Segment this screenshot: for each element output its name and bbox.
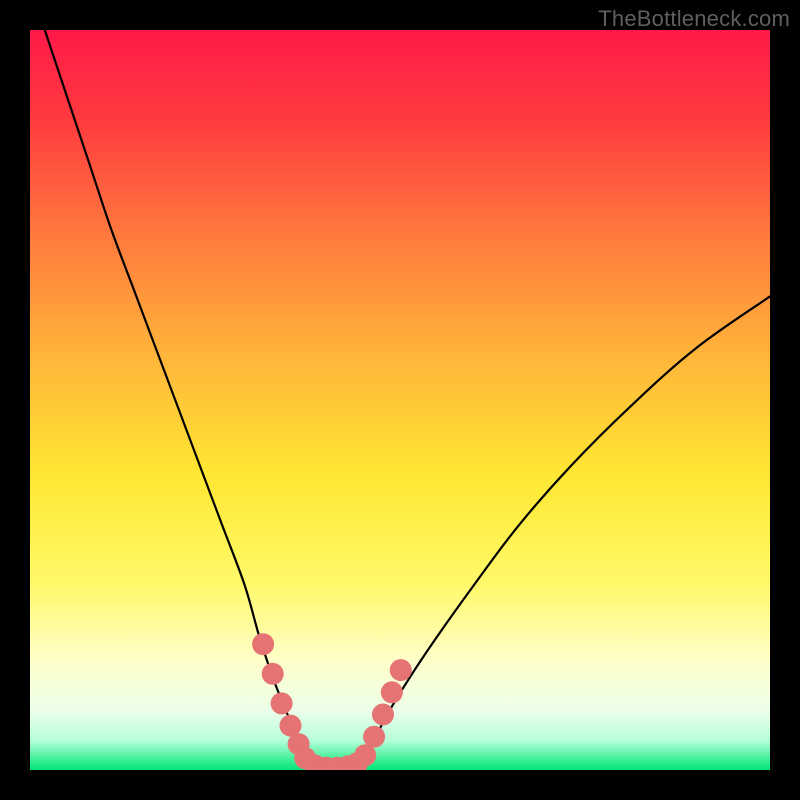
plot-area [30, 30, 770, 770]
chart-svg [30, 30, 770, 770]
valley-marker [372, 704, 394, 726]
valley-marker [381, 681, 403, 703]
valley-marker [363, 726, 385, 748]
valley-marker [390, 659, 412, 681]
gradient-background [30, 30, 770, 770]
valley-marker [271, 692, 293, 714]
valley-marker [252, 633, 274, 655]
watermark-label: TheBottleneck.com [598, 6, 790, 32]
chart-container: TheBottleneck.com [0, 0, 800, 800]
valley-marker [262, 663, 284, 685]
